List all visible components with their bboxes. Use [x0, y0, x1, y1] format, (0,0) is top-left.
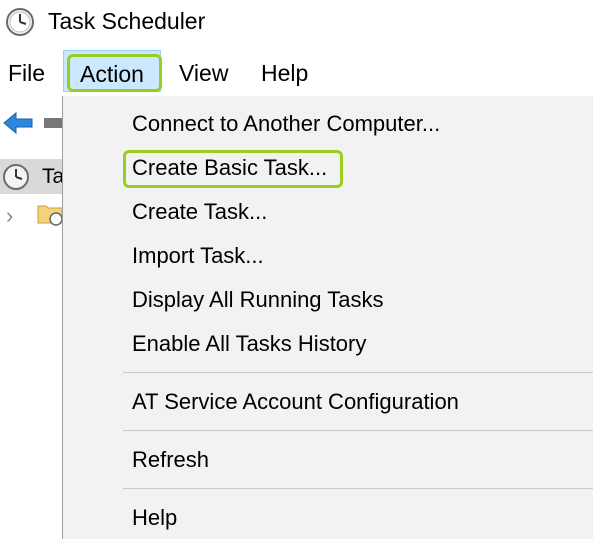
toolbar-button-partial[interactable] [44, 118, 62, 128]
window-title: Task Scheduler [48, 8, 206, 34]
clock-icon [6, 8, 34, 36]
menu-view[interactable]: View [179, 58, 228, 88]
action-menu-highlight [67, 54, 162, 92]
back-arrow-icon[interactable] [2, 110, 34, 136]
menu-file[interactable]: File [8, 58, 45, 88]
menu-separator [123, 430, 593, 431]
menu-item-refresh[interactable]: Refresh [132, 446, 209, 474]
create-basic-task-highlight [123, 150, 343, 188]
menu-item-import-task[interactable]: Import Task... [132, 242, 264, 270]
menu-item-connect-to-another-computer[interactable]: Connect to Another Computer... [132, 110, 440, 138]
folder-clock-icon[interactable] [37, 200, 63, 226]
menu-item-at-service-account-configuration[interactable]: AT Service Account Configuration [132, 388, 459, 416]
chevron-right-icon[interactable]: › [6, 203, 13, 229]
tree-item-label: Ta [42, 165, 65, 188]
menu-item-create-task[interactable]: Create Task... [132, 198, 267, 226]
menu-separator [123, 372, 593, 373]
clock-icon [3, 164, 29, 190]
menu-separator [123, 488, 593, 489]
menu-item-display-all-running-tasks[interactable]: Display All Running Tasks [132, 286, 384, 314]
title-bar: Task Scheduler [0, 0, 593, 44]
menu-item-enable-all-tasks-history[interactable]: Enable All Tasks History [132, 330, 366, 358]
menu-help[interactable]: Help [261, 58, 308, 88]
menu-item-help[interactable]: Help [132, 504, 177, 532]
